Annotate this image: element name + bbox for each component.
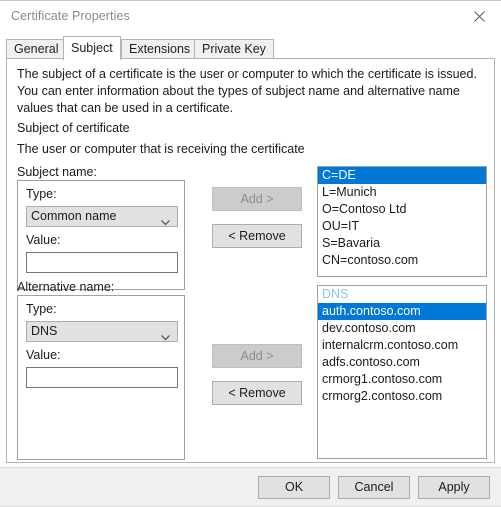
subject-tab-panel: The subject of a certificate is the user… xyxy=(6,58,495,463)
alternative-remove-button[interactable]: < Remove xyxy=(212,381,302,405)
alternative-name-group: Type: DNS Value: xyxy=(17,295,185,460)
subject-value-label: Value: xyxy=(26,233,61,247)
alternative-type-label: Type: xyxy=(26,302,57,316)
subject-name-listbox[interactable]: C=DE L=Munich O=Contoso Ltd OU=IT S=Bava… xyxy=(317,166,487,277)
subject-name-label: Subject name: xyxy=(17,165,97,179)
certificate-properties-dialog: Certificate Properties General Subject E… xyxy=(0,0,501,507)
subject-type-value: Common name xyxy=(31,209,117,223)
list-item[interactable]: S=Bavaria xyxy=(318,235,486,252)
ok-button[interactable]: OK xyxy=(258,476,330,499)
alternative-type-value: DNS xyxy=(31,324,58,338)
listbox-group-header: DNS xyxy=(322,287,349,301)
close-button[interactable] xyxy=(457,1,501,31)
subject-type-label: Type: xyxy=(26,187,57,201)
chevron-down-icon xyxy=(161,213,170,226)
cancel-button[interactable]: Cancel xyxy=(338,476,410,499)
tab-subject[interactable]: Subject xyxy=(63,36,121,60)
list-item[interactable]: adfs.contoso.com xyxy=(318,354,486,371)
title-bar: Certificate Properties xyxy=(0,0,501,31)
list-item[interactable]: OU=IT xyxy=(318,218,486,235)
alternative-value-label: Value: xyxy=(26,348,61,362)
tab-strip: General Subject Extensions Private Key xyxy=(6,36,495,60)
subject-type-dropdown[interactable]: Common name xyxy=(26,206,178,227)
list-item[interactable]: auth.contoso.com xyxy=(318,303,486,320)
close-icon xyxy=(473,10,485,22)
list-item[interactable]: crmorg2.contoso.com xyxy=(318,388,486,405)
tab-general[interactable]: General xyxy=(6,39,67,59)
dialog-footer: OK Cancel Apply xyxy=(0,467,501,507)
list-item[interactable]: internalcrm.contoso.com xyxy=(318,337,486,354)
alternative-name-label: Alternative name: xyxy=(17,280,115,294)
alternative-value-input[interactable] xyxy=(26,367,178,388)
section-subtext: The user or computer that is receiving t… xyxy=(17,142,305,156)
list-item[interactable]: L=Munich xyxy=(318,184,486,201)
list-item[interactable]: dev.contoso.com xyxy=(318,320,486,337)
list-item[interactable]: crmorg1.contoso.com xyxy=(318,371,486,388)
alternative-name-listbox[interactable]: DNS auth.contoso.com dev.contoso.com int… xyxy=(317,285,487,459)
chevron-down-icon xyxy=(161,328,170,341)
alternative-add-button[interactable]: Add > xyxy=(212,344,302,368)
window-title: Certificate Properties xyxy=(11,9,130,23)
tab-extensions[interactable]: Extensions xyxy=(121,39,199,59)
list-item[interactable]: C=DE xyxy=(318,167,486,184)
tab-description: The subject of a certificate is the user… xyxy=(17,67,477,115)
tab-private-key[interactable]: Private Key xyxy=(194,39,274,59)
subject-value-input[interactable] xyxy=(26,252,178,273)
list-item[interactable]: O=Contoso Ltd xyxy=(318,201,486,218)
alternative-type-dropdown[interactable]: DNS xyxy=(26,321,178,342)
list-item[interactable]: CN=contoso.com xyxy=(318,252,486,269)
section-heading: Subject of certificate xyxy=(17,121,130,135)
subject-add-button[interactable]: Add > xyxy=(212,187,302,211)
apply-button[interactable]: Apply xyxy=(418,476,490,499)
subject-remove-button[interactable]: < Remove xyxy=(212,224,302,248)
subject-name-group: Type: Common name Value: xyxy=(17,180,185,290)
